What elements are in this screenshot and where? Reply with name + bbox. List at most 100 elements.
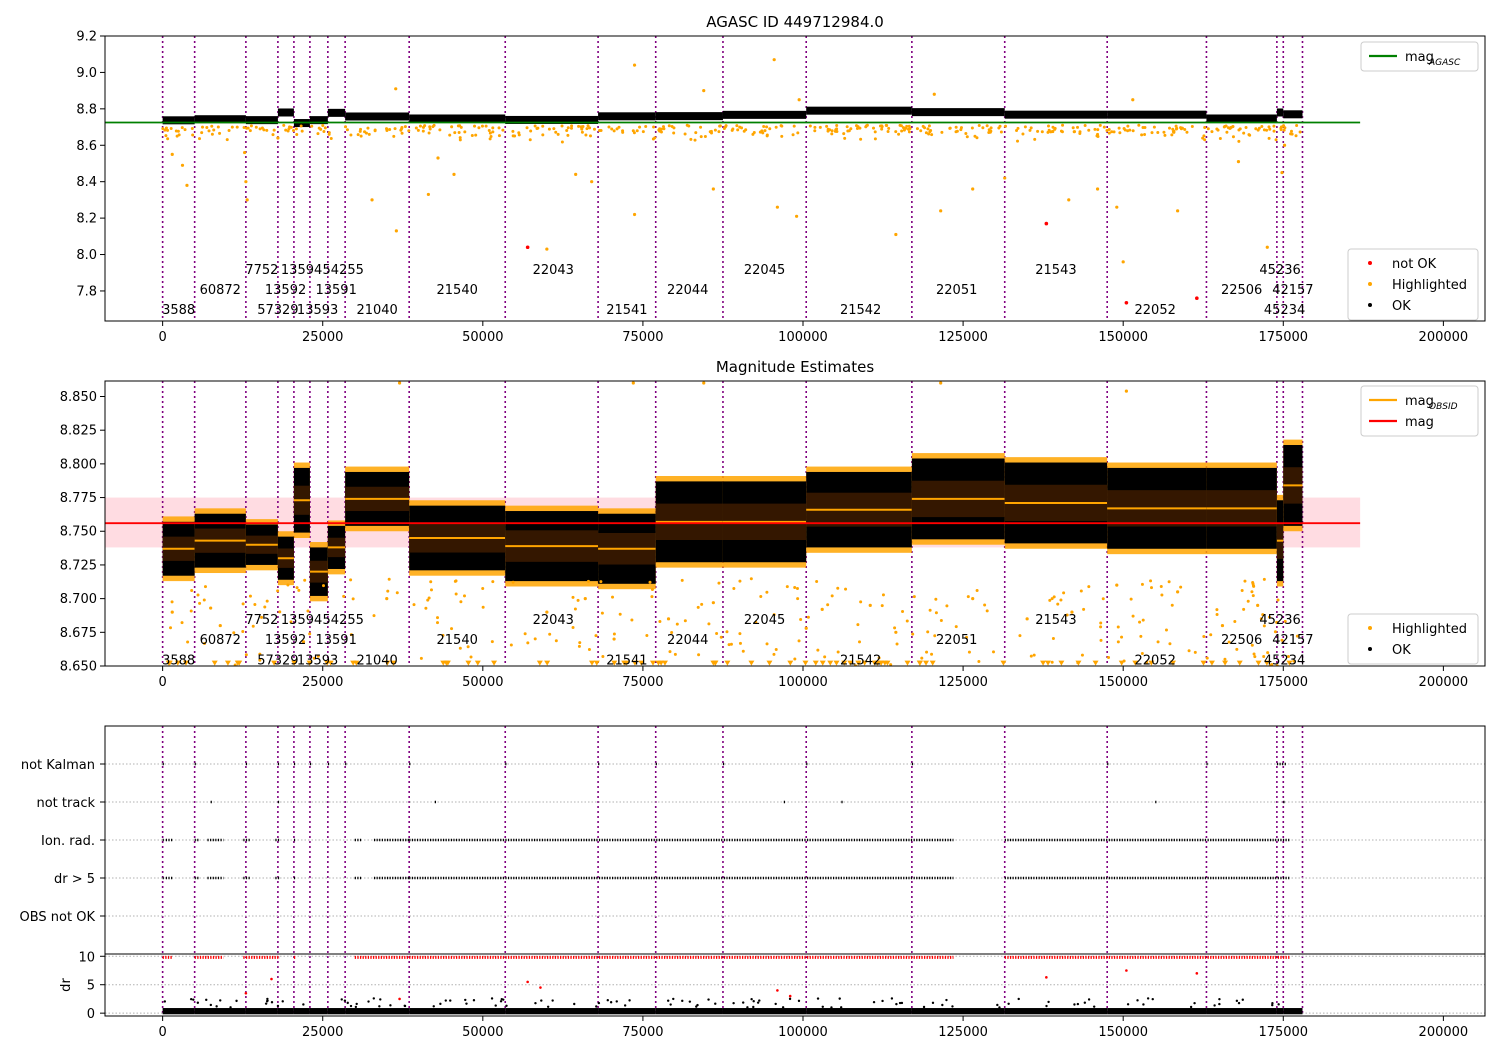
highlighted-point	[1265, 245, 1269, 249]
clipped-point-marker	[1236, 660, 1243, 666]
dr-ok-points	[309, 1008, 328, 1015]
highlighted-point	[1202, 634, 1206, 638]
dr-ok-point	[821, 1005, 824, 1008]
highlighted-point	[359, 134, 363, 138]
dr-ok-point	[500, 997, 503, 1001]
highlighted-point	[1099, 625, 1103, 629]
dr-ok-point	[472, 999, 476, 1002]
highlighted-point	[699, 135, 703, 139]
highlighted-point	[525, 126, 529, 130]
highlighted-point	[991, 650, 995, 654]
highlighted-point	[308, 632, 312, 636]
highlighted-point	[793, 657, 797, 661]
dr-ok-point	[281, 1000, 284, 1003]
obsid-label: 21542	[840, 303, 881, 318]
highlighted-point	[513, 134, 517, 138]
clipped-point-marker	[224, 660, 231, 666]
highlighted-point	[1265, 128, 1269, 132]
highlighted-point	[959, 126, 963, 130]
highlighted-point	[180, 163, 185, 167]
legend-label: OK	[1392, 643, 1411, 658]
highlighted-point	[886, 129, 890, 133]
highlighted-point	[1099, 638, 1103, 642]
clipped-point-marker	[802, 660, 809, 666]
dr-ok-point	[941, 1003, 944, 1007]
highlighted-point	[265, 128, 269, 132]
highlighted-point	[202, 598, 206, 602]
highlighted-point	[395, 591, 399, 595]
ok-points-band	[1283, 110, 1303, 119]
highlighted-point	[1272, 124, 1276, 128]
highlighted-point	[1129, 597, 1133, 601]
highlighted-point	[1025, 617, 1029, 621]
highlighted-point	[954, 125, 958, 129]
highlighted-point	[818, 125, 822, 129]
highlighted-point	[806, 615, 810, 619]
highlighted-point	[235, 125, 239, 129]
highlighted-point	[893, 626, 897, 630]
highlighted-point	[732, 586, 736, 590]
clipped-point-marker	[1075, 660, 1082, 666]
x-tick-label: 25000	[302, 675, 343, 690]
highlighted-point	[924, 131, 928, 135]
legend-label: OK	[1392, 299, 1411, 314]
highlighted-point	[535, 127, 539, 131]
highlighted-point	[985, 124, 989, 128]
highlighted-point	[907, 130, 911, 134]
highlighted-point	[970, 126, 974, 130]
highlighted-point	[372, 614, 376, 618]
x-tick-label: 50000	[462, 675, 503, 690]
x-tick-label: 25000	[302, 330, 343, 345]
highlighted-point	[323, 126, 327, 130]
dr-red-point	[526, 980, 529, 984]
x-tick-label: 200000	[1419, 675, 1469, 690]
highlighted-point	[370, 198, 374, 202]
highlighted-point	[294, 127, 298, 131]
dr-ok-point	[872, 1000, 876, 1004]
clipped-point-marker	[544, 660, 551, 666]
highlighted-point	[856, 623, 860, 627]
highlighted-point	[469, 655, 473, 659]
top-chart-title: AGASC ID 449712984.0	[706, 13, 884, 31]
dr-ok-point	[746, 1006, 749, 1009]
highlighted-point	[945, 604, 949, 608]
dr-ok-point	[628, 999, 631, 1002]
highlighted-point	[1016, 139, 1020, 143]
highlighted-point	[707, 622, 711, 626]
highlighted-point	[906, 127, 910, 131]
highlighted-point	[999, 130, 1003, 134]
highlighted-point	[738, 641, 742, 645]
highlighted-point	[1102, 125, 1106, 129]
highlighted-point	[453, 579, 457, 583]
highlighted-point	[1152, 125, 1156, 129]
legend-dot-swatch	[1368, 626, 1372, 630]
highlighted-point	[1236, 160, 1241, 164]
highlighted-point	[1093, 127, 1097, 131]
highlighted-point	[823, 655, 827, 659]
dr-ok-point	[758, 999, 761, 1002]
highlighted-point	[717, 581, 721, 585]
highlighted-point	[694, 131, 698, 135]
dr-ok-point	[379, 998, 382, 1001]
dr-ok-point	[540, 999, 543, 1002]
highlighted-point	[1187, 649, 1191, 653]
highlighted-point	[975, 136, 979, 140]
highlighted-point	[842, 132, 846, 136]
highlighted-point	[541, 133, 545, 137]
highlighted-point	[1242, 131, 1246, 135]
dr-ok-points	[598, 1008, 656, 1015]
dr-ok-point	[205, 998, 208, 1002]
ok-points-band	[1276, 108, 1284, 117]
highlighted-point	[1225, 130, 1229, 134]
highlighted-point	[344, 125, 348, 129]
highlighted-point	[1040, 130, 1044, 134]
highlighted-point	[385, 597, 389, 601]
dr-ok-point	[881, 999, 884, 1003]
dr-ok-point	[340, 998, 343, 1001]
highlighted-point	[560, 124, 564, 128]
highlighted-point	[590, 180, 594, 184]
highlighted-point	[265, 599, 269, 603]
highlighted-point	[556, 132, 560, 136]
highlighted-point	[1138, 620, 1142, 624]
ok-points-band	[598, 112, 656, 121]
